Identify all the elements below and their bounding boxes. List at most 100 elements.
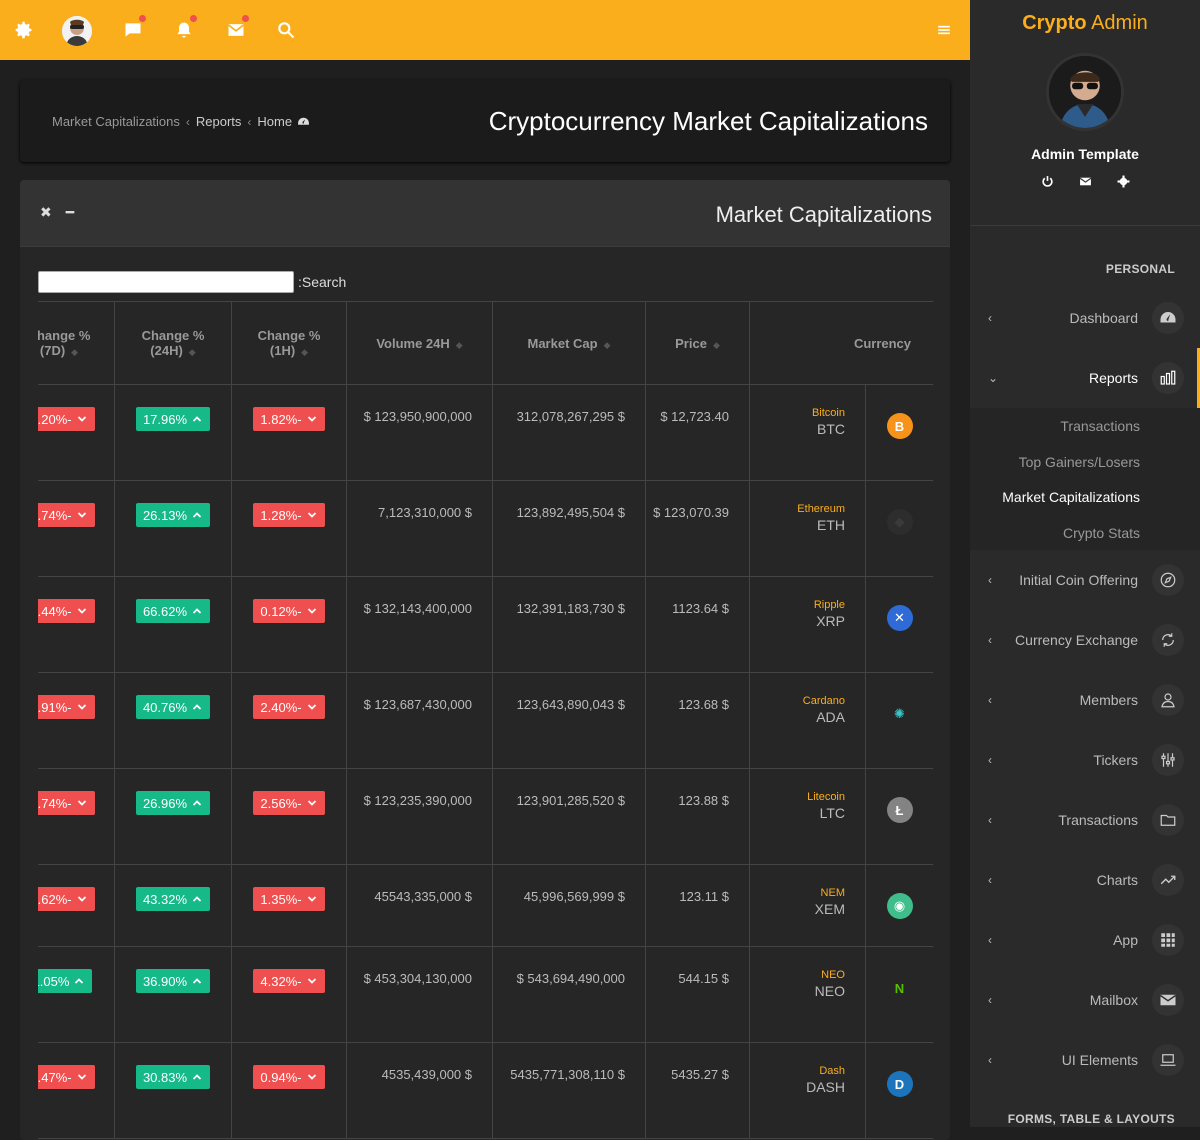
mail-icon[interactable]	[222, 15, 250, 44]
logo-cell: ✺	[864, 672, 933, 769]
submenu-transactions[interactable]: Transactions	[1060, 418, 1140, 434]
change-24h-cell: 17.96%	[114, 384, 232, 481]
sidebar-item-label: Reports	[1088, 370, 1138, 386]
minimize-icon[interactable]: ━	[66, 204, 74, 221]
table-wrapper[interactable]: Change % (7D)◆ Change % (24H)◆ Change % …	[38, 301, 933, 1140]
close-icon[interactable]: ✖	[40, 204, 52, 221]
currency-symbol: ETH	[817, 517, 845, 533]
change-1h-badge: 1.35%-	[253, 887, 325, 911]
breadcrumb-home[interactable]: Home	[257, 114, 292, 129]
breadcrumb-reports[interactable]: Reports	[196, 114, 242, 129]
volume-cell: 7,123,310,000 $	[346, 480, 493, 577]
change-1h-badge: 0.12%-	[253, 599, 325, 623]
power-icon[interactable]	[1040, 173, 1054, 189]
price-cell: $ 123,070.39	[645, 480, 750, 577]
header-market-cap[interactable]: Market Cap ◆	[492, 301, 646, 385]
market-cap-cell: 45,996,569,999 $	[492, 864, 646, 947]
hamburger-icon[interactable]	[930, 16, 958, 44]
sidebar-item-tickers[interactable]: ‹ Tickers	[970, 730, 1200, 790]
bell-icon[interactable]	[170, 15, 198, 44]
coin-logo-icon: ◆	[886, 509, 913, 535]
top-bar	[0, 0, 970, 60]
sidebar-item-dashboard[interactable]: ‹ Dashboard	[970, 288, 1200, 348]
brand-logo[interactable]: Crypto Admin	[970, 12, 1200, 35]
avatar[interactable]	[62, 16, 92, 46]
currency-name[interactable]: Ethereum	[750, 503, 845, 515]
currency-name[interactable]: NEO	[750, 969, 845, 981]
breadcrumb-market-capitalizations[interactable]: Market Capitalizations	[52, 114, 180, 129]
change-1h-cell: 4.32%-	[231, 946, 347, 1043]
header-currency[interactable]: Currency	[748, 301, 933, 385]
change-24h-cell: 43.32%	[114, 864, 232, 947]
table-row: 3.44%- 66.62% 0.12%- $ 132,143,400,000132,3…	[38, 576, 933, 673]
change-1h-cell: 1.35%-	[231, 864, 347, 947]
sidebar-item-charts[interactable]: ‹ Charts	[970, 850, 1200, 910]
sidebar-item-currency-exchange[interactable]: ‹ Currency Exchange	[970, 610, 1200, 670]
market-cap-cell: $ 543,694,490,000	[492, 946, 646, 1043]
currency-name[interactable]: Cardano	[750, 695, 845, 707]
coin-logo-icon: B	[886, 413, 913, 439]
chevron-left-icon: ‹	[988, 1053, 992, 1067]
chat-icon[interactable]	[119, 15, 147, 44]
market-cap-cell: 123,643,890,043 $	[492, 672, 646, 769]
currency-cell: NEO NEO	[749, 946, 866, 1043]
price-cell: 1123.64 $	[645, 576, 750, 673]
sidebar-item-mailbox[interactable]: ‹ Mailbox	[970, 970, 1200, 1030]
header-change-24h[interactable]: Change % (24H) ◆	[114, 301, 232, 385]
gear-icon[interactable]	[10, 16, 38, 44]
change-1h-cell: 1.28%-	[231, 480, 347, 577]
currency-name[interactable]: Litecoin	[750, 791, 845, 803]
chevron-left-icon: ‹	[988, 813, 992, 827]
submenu-market-capitalizations[interactable]: Market Capitalizations	[1002, 489, 1140, 505]
currency-name[interactable]: Ripple	[750, 599, 845, 611]
volume-cell: $ 123,235,390,000	[346, 768, 493, 865]
change-1h-cell: 0.12%-	[231, 576, 347, 673]
change-24h-cell: 26.13%	[114, 480, 232, 577]
search-input[interactable]	[38, 271, 294, 293]
price-cell: 544.15 $	[645, 946, 750, 1043]
table-row: 4.20%- 17.96% 1.82%- $ 123,950,900,000312,0…	[38, 384, 933, 481]
sidebar-item-ui-elements[interactable]: ‹ UI Elements	[970, 1030, 1200, 1090]
sidebar-item-reports[interactable]: ⌄ Reports	[970, 348, 1200, 408]
currency-cell: Cardano ADA	[749, 672, 866, 769]
sidebar-item-transactions[interactable]: ‹ Transactions	[970, 790, 1200, 850]
sidebar-item-ico[interactable]: ‹ Initial Coin Offering	[970, 550, 1200, 610]
currency-cell: Ripple XRP	[749, 576, 866, 673]
submenu-crypto-stats[interactable]: Crypto Stats	[1063, 525, 1140, 541]
coin-logo-icon: ✺	[886, 701, 913, 727]
currency-name[interactable]: Dash	[750, 1065, 845, 1077]
sidebar-item-label: Charts	[1096, 872, 1138, 888]
sliders-icon	[1152, 744, 1184, 776]
change-24h-cell: 40.76%	[114, 672, 232, 769]
laptop-icon	[1152, 1044, 1184, 1076]
breadcrumb-separator: ‹	[247, 114, 252, 129]
profile-avatar[interactable]	[1046, 53, 1124, 131]
volume-cell: $ 453,304,130,000	[346, 946, 493, 1043]
chevron-left-icon: ‹	[988, 753, 992, 767]
header-change-1h[interactable]: Change % (1H) ◆	[231, 301, 347, 385]
chevron-left-icon: ‹	[988, 311, 992, 325]
gear-icon[interactable]	[1116, 173, 1130, 189]
header-price[interactable]: Price ◆	[645, 301, 750, 385]
table-row: 7.74%- 26.13% 1.28%- 7,123,310,000 $123,892…	[38, 480, 933, 577]
section-forms: FORMS, TABLE & LAYOUTS	[1007, 1112, 1175, 1126]
header-change-7d[interactable]: Change % (7D)◆	[38, 301, 115, 385]
change-24h-badge: 17.96%	[135, 407, 211, 431]
mail-icon[interactable]	[1078, 173, 1092, 189]
sidebar-item-members[interactable]: ‹ Members	[970, 670, 1200, 730]
sidebar-item-app[interactable]: ‹ App	[970, 910, 1200, 970]
logo-cell: ◉	[864, 864, 933, 947]
submenu-top-gainers-losers[interactable]: Top Gainers/Losers	[1019, 454, 1140, 470]
change-1h-badge: 1.82%-	[253, 407, 325, 431]
logo-cell: Ł	[864, 768, 933, 865]
search-icon[interactable]	[272, 16, 300, 44]
change-1h-badge: 2.40%-	[253, 695, 325, 719]
change-7d-cell: 2.47%-	[38, 1042, 115, 1139]
change-1h-cell: 0.94%-	[231, 1042, 347, 1139]
header-volume[interactable]: Volume 24H ◆	[346, 301, 493, 385]
currency-name[interactable]: Bitcoin	[750, 407, 845, 419]
currency-name[interactable]: NEM	[750, 887, 845, 899]
price-cell: 5435.27 $	[645, 1042, 750, 1139]
breadcrumb-separator: ‹	[185, 114, 190, 129]
change-1h-badge: 1.28%-	[253, 503, 325, 527]
